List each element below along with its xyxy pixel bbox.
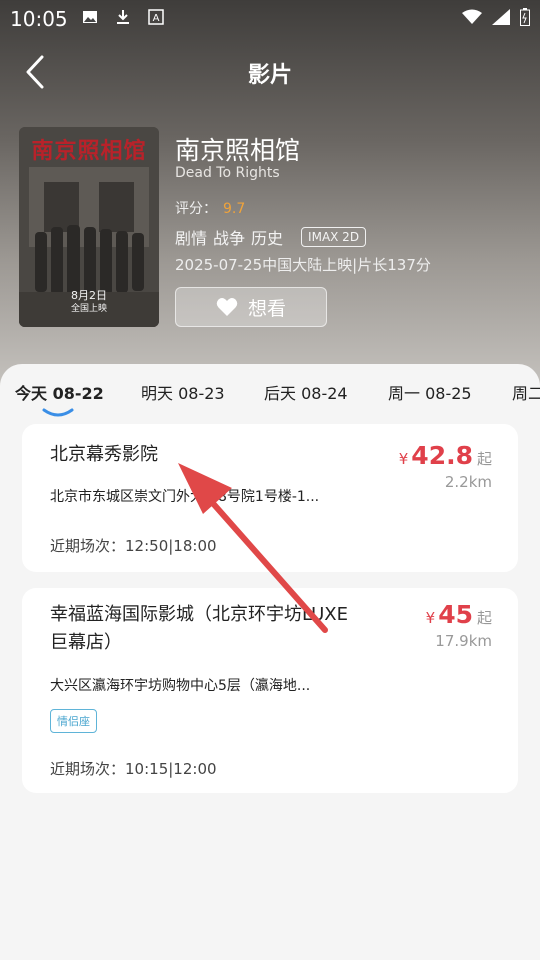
poster-title: 南京照相馆 [31, 138, 147, 164]
movie-poster[interactable]: 南京照相馆 8月2日 全国上映 [19, 127, 159, 327]
cinema-distance: 17.9km [435, 632, 492, 650]
price-currency: ¥ [398, 450, 409, 468]
cinema-distance: 2.2km [444, 473, 492, 491]
status-time: 10:05 [10, 7, 68, 31]
date-tab-monday[interactable]: 周一 08-25 [388, 380, 472, 404]
cinema-price: ¥ 45 起 [426, 600, 492, 629]
genre-tag: 剧情 [175, 229, 208, 248]
cinema-address: 大兴区瀛海环宇坊购物中心5层（瀛海地... [50, 678, 311, 694]
format-badge: IMAX 2D [301, 227, 367, 247]
heart-icon [216, 298, 238, 316]
page-title: 影片 [247, 63, 292, 88]
couple-seat-tag: 情侣座 [50, 709, 97, 733]
price-currency: ¥ [425, 609, 436, 627]
font-a-icon: A [148, 9, 164, 25]
showtime-values: 10:15|12:00 [125, 760, 217, 778]
genre-row: 剧情 战争 历史 IMAX 2D [175, 225, 367, 249]
date-tab-day-after[interactable]: 后天 08-24 [264, 380, 348, 404]
genre-tag: 历史 [251, 229, 284, 248]
price-suffix: 起 [476, 450, 492, 468]
cinema-showtimes: 近期场次：12:50|18:00 [50, 535, 217, 556]
status-bar: 10:05 A [0, 0, 540, 38]
cinema-card[interactable]: 幸福蓝海国际影城（北京环宇坊LUXE 巨幕店） 大兴区瀛海环宇坊购物中心5层（瀛… [22, 588, 518, 793]
cinema-name-line1: 幸福蓝海国际影城（北京环宇坊LUXE [50, 604, 349, 625]
cinema-card[interactable]: 北京幕秀影院 北京市东城区崇文门外大街8号院1号楼-1... 近期场次：12:5… [22, 424, 518, 572]
release-info: 2025-07-25中国大陆上映|片长137分 [175, 256, 431, 274]
showtime-values: 12:50|18:00 [125, 537, 217, 555]
signal-icon [492, 9, 510, 25]
movie-english-title: Dead To Rights [175, 165, 280, 181]
svg-text:A: A [153, 13, 160, 24]
status-right-icons [462, 8, 530, 26]
poster-subtitle: 全国上映 [70, 304, 107, 314]
price-value: 42.8 [411, 441, 473, 470]
cinema-address: 北京市东城区崇文门外大街8号院1号楼-1... [50, 489, 320, 505]
image-icon [83, 11, 97, 23]
active-tab-indicator [42, 408, 74, 417]
genre-tag: 战争 [213, 229, 246, 248]
price-value: 45 [438, 600, 473, 629]
rating-value: 9.7 [223, 201, 246, 217]
date-tab-today[interactable]: 今天 08-22 [15, 380, 104, 404]
want-to-watch-button[interactable]: 想看 [175, 287, 327, 327]
cinema-price: ¥ 42.8 起 [399, 441, 492, 470]
date-tab-tomorrow[interactable]: 明天 08-23 [141, 380, 225, 404]
cinema-name-line2: 巨幕店） [50, 632, 122, 653]
recent-label: 近期场次： [50, 760, 126, 778]
movie-title: 南京照相馆 [175, 136, 301, 165]
download-icon [117, 10, 129, 24]
cinema-name: 北京幕秀影院 [50, 444, 158, 465]
date-tab-tuesday[interactable]: 周二 [512, 380, 540, 404]
cinema-showtimes: 近期场次：10:15|12:00 [50, 758, 217, 779]
battery-icon [520, 8, 530, 26]
rating-row: 评分： 9.7 [175, 198, 245, 218]
price-suffix: 起 [476, 609, 492, 627]
cinema-name: 幸福蓝海国际影城（北京环宇坊LUXE 巨幕店） [50, 601, 400, 657]
rating-label: 评分： [175, 201, 217, 217]
wifi-icon [462, 9, 482, 24]
recent-label: 近期场次： [50, 537, 126, 555]
want-button-label: 想看 [247, 297, 286, 320]
